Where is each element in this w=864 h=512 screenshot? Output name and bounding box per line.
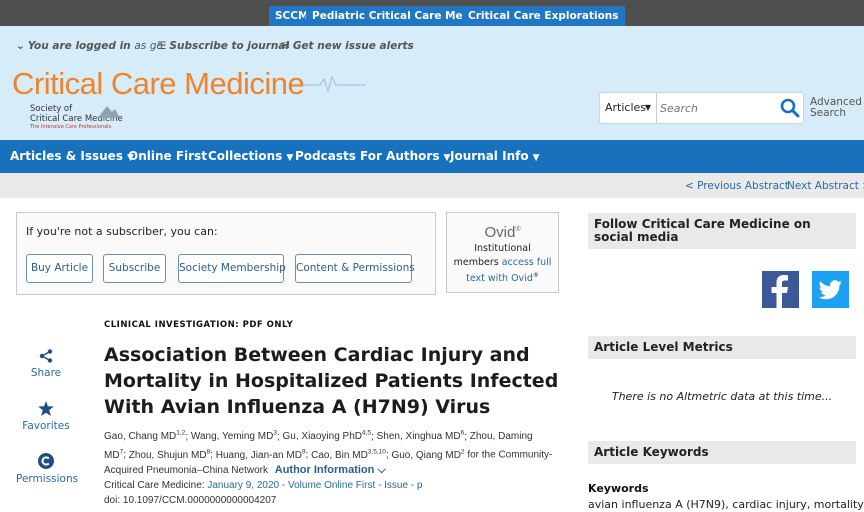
- facebook-icon[interactable]: [762, 271, 799, 308]
- nav-collections[interactable]: Collections ▼: [208, 140, 293, 173]
- journal-logo[interactable]: Critical Care Medicine: [12, 66, 305, 102]
- abstract-navigation: < Previous Abstract Next Abstract >: [0, 173, 864, 198]
- chevron-down-icon: ▼: [532, 153, 540, 163]
- article-type-label: CLINICAL INVESTIGATION: PDF ONLY: [104, 320, 294, 330]
- ovid-access-link[interactable]: access full: [502, 257, 552, 268]
- keywords-label: Keywords: [588, 482, 649, 495]
- chevron-circle-down-icon: ⌵: [377, 463, 386, 476]
- tab-cc-explorations[interactable]: Critical Care Explorations: [462, 6, 625, 26]
- share-icon: [39, 349, 53, 363]
- society-membership-button[interactable]: Society Membership: [178, 254, 286, 283]
- nav-online-first[interactable]: Online First: [128, 140, 207, 173]
- favorites-tool[interactable]: Favorites: [16, 401, 76, 432]
- ekg-line-icon: [304, 75, 366, 93]
- author-information-toggle[interactable]: Author Information ⌵: [275, 464, 386, 476]
- copyright-icon: [38, 453, 54, 469]
- buy-article-button[interactable]: Buy Article: [26, 254, 93, 283]
- nav-for-authors[interactable]: For Authors ▼: [360, 140, 450, 173]
- author: Guo, Qiang MD2: [391, 448, 465, 461]
- content-permissions-button[interactable]: Content & Permissions: [295, 254, 415, 283]
- article-metrics-heading: Article Level Metrics: [588, 336, 856, 359]
- search-box: Articles ▼: [599, 92, 804, 124]
- list-icon: ☰: [157, 40, 167, 52]
- login-status[interactable]: ⌄ You are logged in as go: [16, 40, 163, 52]
- permissions-tool[interactable]: Permissions: [16, 453, 78, 485]
- envelope-icon: ✉: [281, 40, 290, 52]
- search-input[interactable]: [660, 99, 775, 117]
- society-mark-icon: [98, 106, 120, 118]
- author: Gao, Chang MD1,2: [104, 430, 186, 443]
- article-title: Association Between Cardiac Injury and M…: [104, 344, 559, 418]
- altmetric-message: There is no Altmetric data at this time.…: [611, 390, 833, 403]
- next-abstract-link[interactable]: Next Abstract >: [787, 180, 864, 192]
- author: Gu, Xiaoying PhD4,5: [282, 430, 372, 443]
- twitter-icon[interactable]: [812, 271, 849, 308]
- citation: Critical Care Medicine: January 9, 2020 …: [104, 480, 423, 506]
- nav-podcasts[interactable]: Podcasts: [295, 140, 356, 173]
- author: Shen, Xinghua MD6: [376, 430, 465, 443]
- ovid-access-box: Ovid® Institutional members access full …: [446, 212, 559, 293]
- doi: doi: 10.1097/CCM.0000000000004207: [104, 495, 277, 506]
- main-nav: Articles & Issues ▼ Online First Collecti…: [0, 140, 864, 173]
- top-bar: SCCM Pediatric Critical Care Medicine Cr…: [0, 0, 864, 26]
- author: Cao, Bin MD3,5,10: [311, 448, 386, 461]
- follow-social-heading: Follow Critical Care Medicine on social …: [588, 213, 856, 249]
- issue-link[interactable]: January 9, 2020 - Volume Online First - …: [207, 480, 422, 491]
- chevron-down-icon: ⌄: [16, 40, 25, 52]
- subscribe-button[interactable]: Subscribe: [103, 254, 166, 283]
- article-keywords-heading: Article Keywords: [588, 441, 856, 464]
- author: Huang, Jian-an MD9: [215, 448, 306, 461]
- star-icon: [38, 401, 54, 416]
- nav-articles-issues[interactable]: Articles & Issues ▼: [10, 140, 134, 173]
- author: Zhou, Shujun MD8: [128, 448, 211, 461]
- author-list: Gao, Chang MD1,2; Wang, Yeming MD3; Gu, …: [104, 430, 553, 476]
- caret-down-icon: ▼: [644, 103, 651, 112]
- share-tool[interactable]: Share: [16, 349, 76, 379]
- ovid-logo: Ovid®: [484, 224, 521, 241]
- nav-journal-info[interactable]: Journal Info ▼: [450, 140, 540, 173]
- previous-abstract-link[interactable]: < Previous Abstract: [685, 180, 789, 192]
- subscriber-intro: If you're not a subscriber, you can:: [26, 225, 218, 238]
- site-header: ⌄ You are logged in as go ☰ Subscribe to j…: [0, 26, 864, 140]
- keywords-list: avian influenza A (H7N9), cardiac injury…: [588, 498, 864, 511]
- advanced-search-link[interactable]: Advanced Search: [810, 97, 862, 119]
- issue-alerts-link[interactable]: ✉ Get new issue alerts: [281, 40, 414, 52]
- subscriber-options-box: If you're not a subscriber, you can: Buy…: [16, 212, 436, 295]
- author: Wang, Yeming MD3: [190, 430, 277, 443]
- chevron-down-icon: ▼: [286, 153, 294, 163]
- search-scope-select[interactable]: Articles ▼: [600, 93, 657, 123]
- search-icon[interactable]: [780, 98, 800, 118]
- subscribe-link[interactable]: ☰ Subscribe to journal: [157, 40, 289, 52]
- ovid-access-link-2[interactable]: text with Ovid: [466, 273, 533, 284]
